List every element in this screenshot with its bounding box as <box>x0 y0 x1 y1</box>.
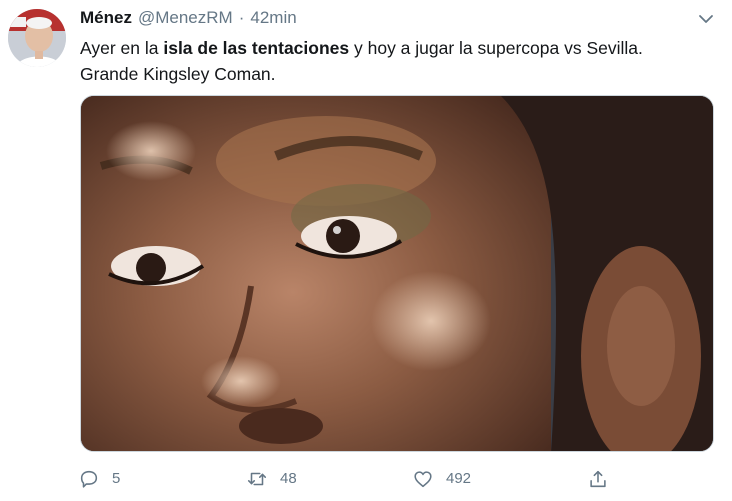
like-count: 492 <box>446 470 472 487</box>
share-button[interactable] <box>587 463 621 495</box>
heart-icon <box>414 471 432 488</box>
like-button[interactable]: 492 <box>412 463 471 495</box>
retweet-icon <box>247 472 267 486</box>
tweet-actions: 5 48 492 <box>78 463 638 495</box>
author-handle[interactable]: @MenezRM <box>138 8 233 28</box>
tweet-text-part: y hoy a jugar la supercopa vs Sevilla. <box>349 38 643 58</box>
share-icon <box>590 470 606 488</box>
avatar[interactable] <box>8 9 66 67</box>
media-image <box>81 96 713 451</box>
retweet-button[interactable]: 48 <box>246 463 297 495</box>
tweet-text-bold: isla de las tentaciones <box>163 38 350 58</box>
avatar-image <box>8 9 66 67</box>
chevron-down-icon <box>699 15 713 23</box>
separator-dot: · <box>238 8 245 27</box>
more-options-button[interactable] <box>695 8 717 30</box>
author-name[interactable]: Ménez <box>80 8 132 28</box>
reply-count: 5 <box>112 470 121 487</box>
tweet[interactable]: Ménez @MenezRM · 42min Ayer en la isla d… <box>0 0 732 501</box>
tweet-media[interactable] <box>80 95 714 452</box>
tweet-header: Ménez @MenezRM · 42min <box>80 8 297 30</box>
tweet-timestamp[interactable]: 42min <box>250 8 296 28</box>
tweet-text: Ayer en la isla de las tentaciones y hoy… <box>80 35 720 87</box>
tweet-text-line2: Grande Kingsley Coman. <box>80 64 276 84</box>
retweet-count: 48 <box>280 470 297 487</box>
reply-button[interactable]: 5 <box>78 463 120 495</box>
tweet-text-part: Ayer en la <box>80 38 164 58</box>
reply-icon <box>80 470 98 488</box>
